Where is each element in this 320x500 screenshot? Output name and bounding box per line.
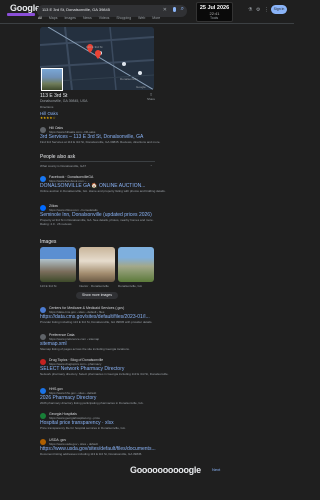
image-result-thumbnail[interactable] [118, 247, 154, 282]
labs-icon[interactable]: ⚗ [248, 7, 252, 13]
show-more-images-button[interactable]: Show more images [76, 292, 118, 299]
site-favicon [40, 388, 46, 394]
result-snippet: Network pharmacy directory. Select pharm… [40, 372, 169, 376]
image-result-thumbnail[interactable] [40, 247, 76, 282]
share-label: Share [147, 97, 156, 101]
site-favicon [40, 413, 46, 419]
result-item: Facebook · DonalsonvilleGA https://www.f… [40, 175, 190, 193]
logo-doodle-bar [7, 13, 35, 16]
tab-tools[interactable]: Tools [210, 16, 218, 20]
tab-all[interactable]: All [38, 16, 42, 20]
facebook-favicon [40, 176, 46, 182]
map-label-google: Google [136, 85, 146, 89]
apps-icon[interactable]: ⋮ [264, 7, 269, 13]
site-favicon [40, 127, 46, 133]
tab-images[interactable]: Images [64, 16, 75, 20]
chevron-down-icon[interactable]: ⌄ [150, 163, 153, 167]
image-result-thumbnail[interactable] [79, 247, 115, 282]
map-label-town: Donalsonville [120, 77, 138, 81]
directions-link[interactable]: Directions [40, 105, 53, 109]
result-item: Preference Data https://www.preference.c… [40, 333, 190, 351]
tab-news[interactable]: News [83, 16, 92, 20]
search-input[interactable]: 113 E 3rd St, Donalsonville, GA 39845 [42, 7, 110, 12]
result-snippet: Sitemap listing of pages across the site… [40, 347, 130, 351]
tools-tabs: Tools [210, 16, 218, 20]
zillow-favicon [40, 205, 46, 211]
result-rating: Rating: 4.0 · 26 reviews [40, 222, 72, 226]
next-page-link[interactable]: Next [212, 467, 220, 472]
result-item: Zillow https://www.zillow.com › homedeta… [40, 204, 190, 226]
pagination-logo: Goooooooooogle [130, 465, 201, 475]
microphone-icon[interactable] [173, 7, 176, 12]
header-divider [0, 23, 294, 24]
search-icon[interactable]: ⌕ [181, 6, 184, 13]
result-item: USDA .gov https://www.usda.gov › sites ›… [40, 438, 190, 456]
street-view-thumbnail[interactable] [41, 68, 63, 91]
result-snippet: Document listing addresses including 113… [40, 452, 143, 456]
result-snippet: Online auction in Donalsonville, GA. Hom… [40, 189, 166, 193]
map-label-street: 113 E 3rd St [86, 45, 103, 49]
result-item: Drug Topics · Blog of Donalsonville http… [40, 358, 190, 376]
people-also-ask-heading: People also ask [40, 154, 76, 160]
tab-videos[interactable]: Videos [99, 16, 110, 20]
sign-in-button[interactable]: Sign in [271, 5, 287, 14]
tab-shopping[interactable]: Shopping [116, 16, 131, 20]
tab-maps[interactable]: Maps [49, 16, 58, 20]
result-snippet: 2026 pharmacy directory listing particip… [40, 401, 144, 405]
image-caption: 113 E 3rd St [40, 284, 57, 288]
search-tabs: All Maps Images News Videos Shopping Web… [38, 16, 160, 20]
settings-icon[interactable]: ⚙ [256, 7, 260, 13]
result-item: HHS.gov https://www.hhs.gov › sites › de… [40, 387, 190, 405]
tab-web[interactable]: Web [138, 16, 145, 20]
clear-icon[interactable]: ✕ [163, 7, 167, 13]
result-item: Centers for Medicare & Medicaid Services… [40, 306, 190, 324]
site-favicon [40, 359, 46, 365]
share-button[interactable]: ⇪ Share [147, 92, 155, 101]
google-logo[interactable]: Google [10, 3, 40, 13]
image-caption: Donalsonville, GA [118, 284, 142, 288]
result-item: Hill Oaks https://www.hilloaks.com › hil… [40, 126, 190, 144]
result-snippet: Find 3rd Services at 113 E 3rd St, Donal… [40, 140, 161, 144]
site-favicon [40, 334, 46, 340]
images-heading: Images [40, 239, 57, 245]
rating-stars: ★★★★☆ [40, 116, 56, 120]
site-favicon [40, 439, 46, 445]
result-snippet: Provider listing including 113 E 3rd St,… [40, 320, 153, 324]
result-item: Georgia Hospitals https://www.georgiahos… [40, 412, 190, 430]
place-address: Donalsonville, GA 39845, USA [40, 99, 88, 103]
site-favicon [40, 307, 46, 313]
paa-divider [40, 161, 155, 162]
result-snippet: Price transparency file for hospital ser… [40, 426, 126, 430]
image-caption: Interior · Donalsonville [79, 284, 109, 288]
paa-question[interactable]: What county is Donalsonville, GA? [40, 164, 86, 168]
tab-more[interactable]: More [152, 16, 160, 20]
